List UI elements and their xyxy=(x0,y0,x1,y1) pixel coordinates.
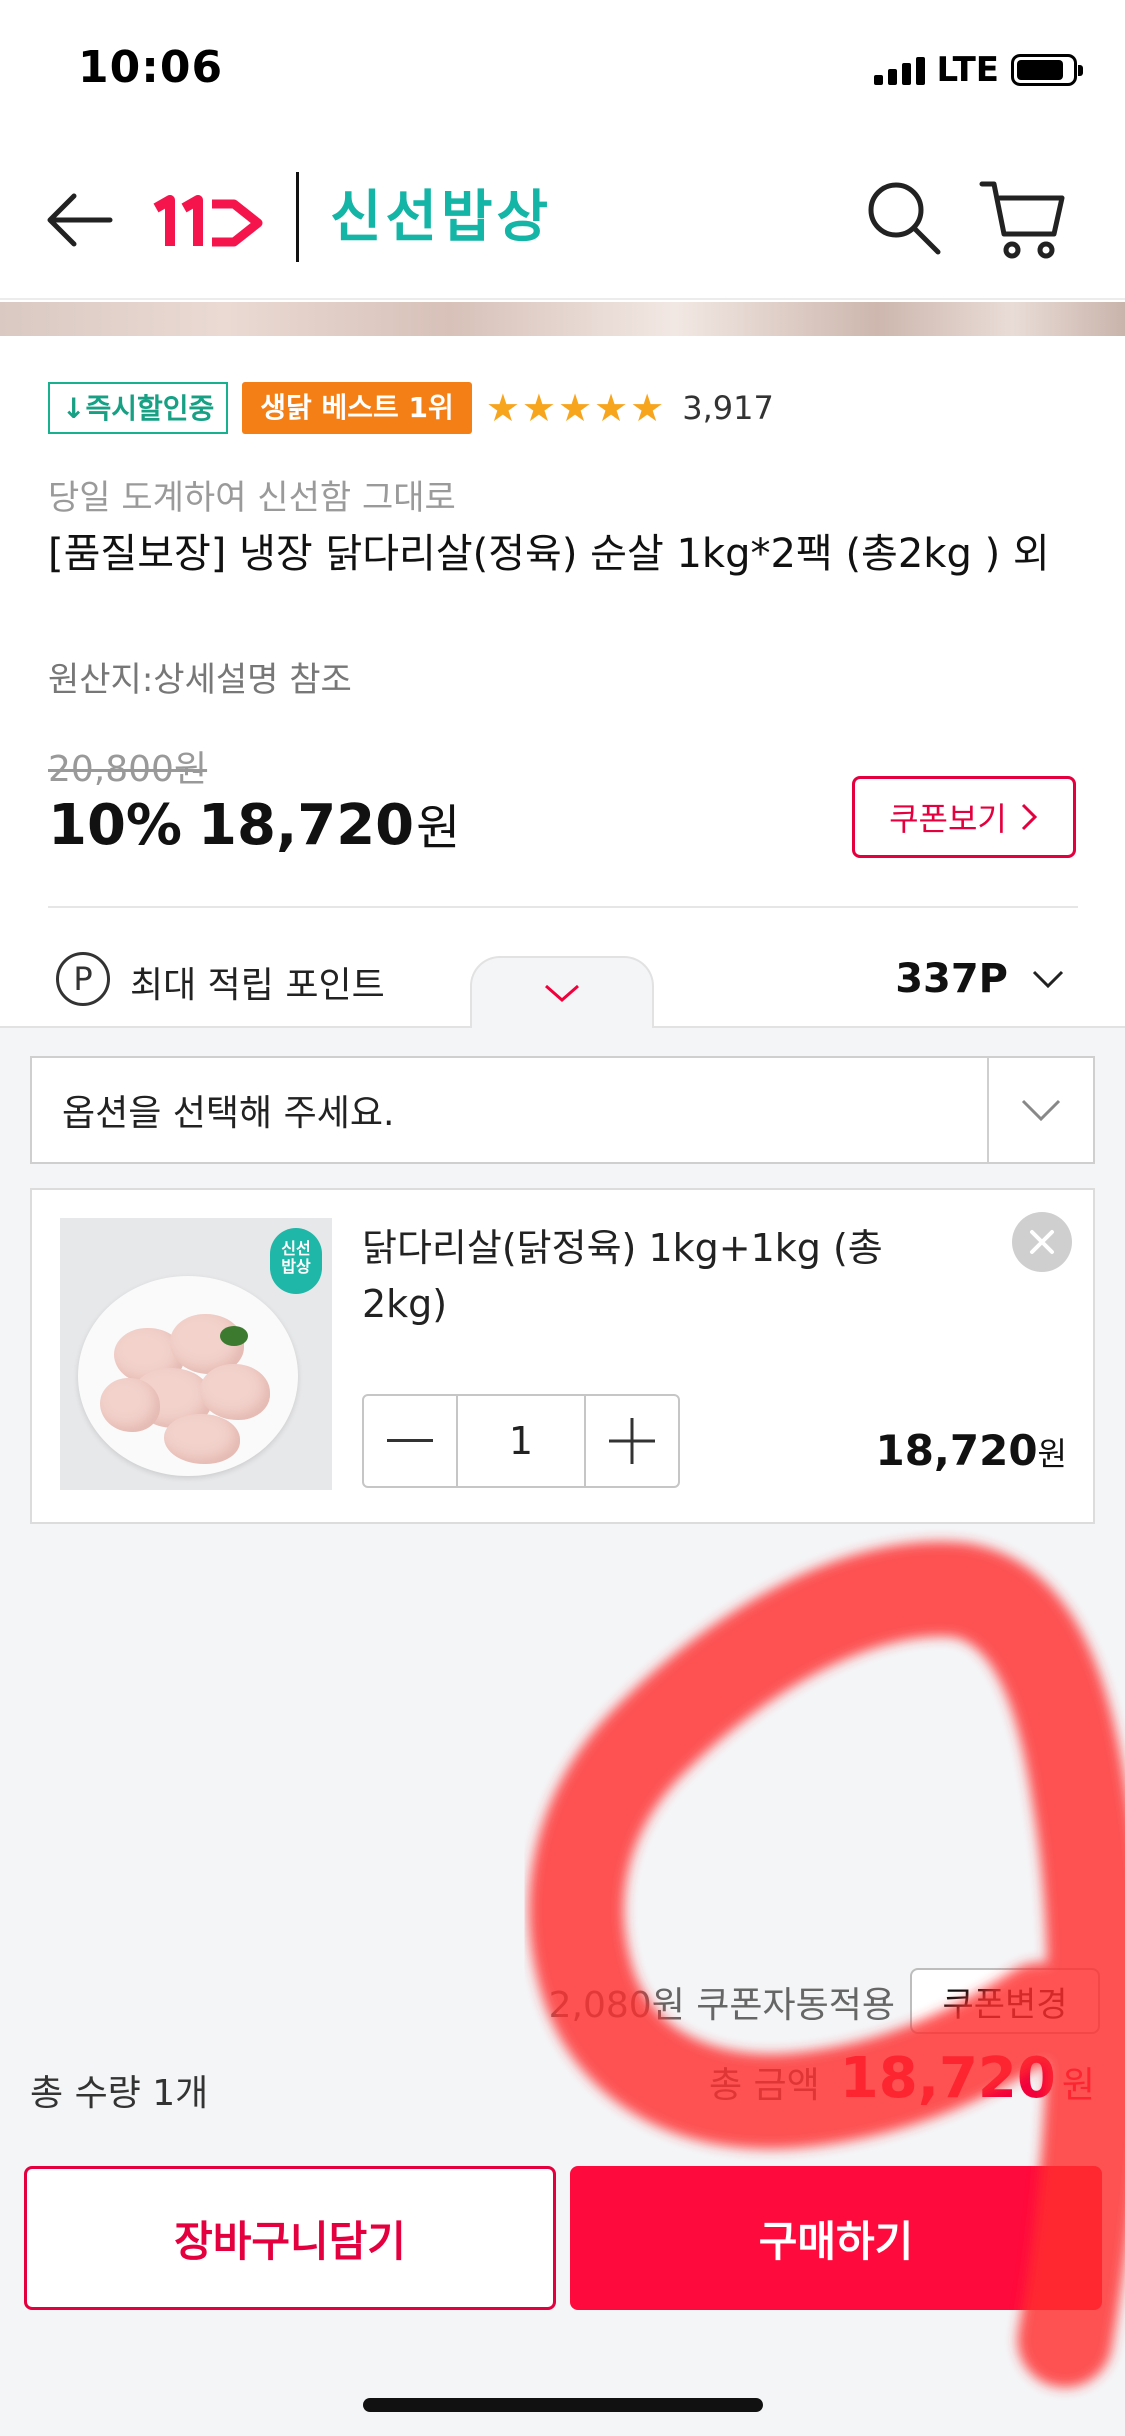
product-image-strip[interactable] xyxy=(0,302,1125,336)
original-price: 20,800원 xyxy=(48,749,208,790)
star-icon: ★ xyxy=(557,386,593,430)
home-indicator xyxy=(363,2398,763,2412)
close-icon xyxy=(1030,1230,1054,1254)
plus-icon xyxy=(609,1418,655,1464)
total-amount-line: 총 금액 18,720 원 xyxy=(709,2046,1095,2111)
back-arrow-icon xyxy=(47,193,113,247)
thumb-brand-badge: 신선 밥상 xyxy=(270,1228,322,1294)
review-count[interactable]: 3,917 xyxy=(682,389,774,427)
option-dropdown-toggle[interactable] xyxy=(987,1058,1093,1162)
option-select[interactable]: 옵션을 선택해 주세요. xyxy=(30,1056,1095,1164)
sale-price: 18,720 xyxy=(198,793,415,858)
selected-option-card: 신선 밥상 닭다리살(닭정육) 1kg+1kg (총2kg) 1 18,720원 xyxy=(30,1188,1095,1524)
point-icon: P xyxy=(56,952,110,1006)
quantity-value[interactable]: 1 xyxy=(456,1396,586,1486)
battery-icon xyxy=(1011,54,1083,86)
signal-icon xyxy=(873,55,925,85)
back-button[interactable] xyxy=(40,185,120,255)
cart-icon xyxy=(979,181,1065,259)
option-price-value: 18,720 xyxy=(875,1426,1038,1475)
status-bar: 10:06 LTE xyxy=(0,0,1125,140)
thumb-badge-text: 신선 밥상 xyxy=(281,1239,311,1276)
buy-button[interactable]: 구매하기 xyxy=(570,2166,1102,2310)
logo-11st[interactable] xyxy=(150,178,270,268)
sale-price-line: 10% 18,720 원 xyxy=(48,788,460,858)
star-icon: ★ xyxy=(485,386,520,430)
panel-collapse-toggle[interactable] xyxy=(470,956,654,1028)
option-select-placeholder: 옵션을 선택해 주세요. xyxy=(62,1093,395,1134)
sale-currency: 원 xyxy=(416,800,461,856)
best-seller-badge: 생닭 베스트 1위 xyxy=(242,382,472,434)
status-indicators: LTE xyxy=(873,50,1083,90)
chevron-down-icon xyxy=(545,984,579,1002)
total-amount: 18,720 xyxy=(839,2046,1056,2111)
search-button[interactable] xyxy=(862,176,944,258)
option-price: 18,720원 xyxy=(875,1426,1067,1475)
rating-stars[interactable]: ★ ★ ★ ★ ★ xyxy=(486,388,664,428)
option-thumbnail: 신선 밥상 xyxy=(60,1218,332,1490)
divider xyxy=(48,906,1078,908)
logo-divider xyxy=(296,172,299,262)
network-label: LTE xyxy=(936,50,999,90)
points-label: 최대 적립 포인트 xyxy=(130,965,385,1006)
chevron-right-icon xyxy=(1021,803,1037,831)
logo-11st-icon xyxy=(153,195,263,247)
status-time: 10:06 xyxy=(78,42,224,93)
minus-icon xyxy=(387,1439,433,1442)
quantity-increase-button[interactable] xyxy=(586,1396,678,1486)
coupon-view-button[interactable]: 쿠폰보기 xyxy=(852,776,1076,858)
coupon-line: 2,080원 쿠폰자동적용 쿠폰변경 xyxy=(0,1964,1125,2036)
quantity-decrease-button[interactable] xyxy=(364,1396,456,1486)
option-price-currency: 원 xyxy=(1037,1435,1067,1473)
discount-rate: 10% xyxy=(48,793,183,858)
add-to-cart-button[interactable]: 장바구니담기 xyxy=(24,2166,556,2310)
product-subtitle: 당일 도계하여 신선함 그대로 xyxy=(48,478,456,518)
coupon-view-label: 쿠폰보기 xyxy=(889,800,1007,838)
remove-option-button[interactable] xyxy=(1012,1212,1072,1272)
chevron-down-icon xyxy=(1021,1099,1061,1122)
total-quantity: 총 수량 1개 xyxy=(30,2073,209,2114)
star-icon: ★ xyxy=(521,386,556,430)
chevron-down-icon xyxy=(1032,970,1064,989)
points-value: 337P xyxy=(895,956,1008,1002)
coupon-change-button[interactable]: 쿠폰변경 xyxy=(910,1968,1100,2034)
total-label: 총 금액 xyxy=(708,2065,820,2106)
cart-button[interactable] xyxy=(978,176,1068,262)
coupon-auto-applied: 2,080원 쿠폰자동적용 xyxy=(548,1985,895,2026)
badge-row: ↓즉시할인중 생닭 베스트 1위 ★ ★ ★ ★ ★ 3,917 xyxy=(48,382,774,434)
brand-name[interactable]: 신선밥상 xyxy=(330,178,552,258)
star-icon: ★ xyxy=(594,386,629,430)
star-icon: ★ xyxy=(630,386,665,430)
total-currency: 원 xyxy=(1061,2065,1095,2106)
instant-discount-badge: ↓즉시할인중 xyxy=(48,382,229,434)
search-icon xyxy=(868,182,941,255)
quantity-stepper: 1 xyxy=(362,1394,680,1488)
product-title: [품질보장] 냉장 닭다리살(정육) 순살 1kg*2팩 (총2kg ) 외 xyxy=(48,531,1050,577)
app-header: 신선밥상 xyxy=(0,140,1125,300)
option-name: 닭다리살(닭정육) 1kg+1kg (총2kg) xyxy=(362,1226,883,1326)
product-origin: 원산지:상세설명 참조 xyxy=(48,660,352,700)
